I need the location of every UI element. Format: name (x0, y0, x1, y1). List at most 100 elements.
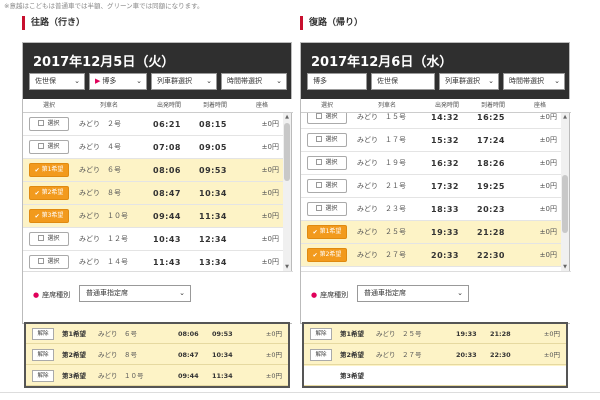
release-button[interactable]: 解除 (32, 349, 54, 361)
arrive-time: 17:24 (477, 136, 505, 145)
train-name: みどり ２７号 (376, 351, 422, 359)
train-name: みどり ２５号 (376, 330, 422, 338)
return-to-field[interactable]: 佐世保 (371, 73, 435, 90)
release-button[interactable]: 解除 (310, 328, 332, 340)
return-line-select[interactable]: 列車群選択 ⌄ (439, 73, 499, 90)
outbound-from-select[interactable]: 佐世保 ⌄ (29, 73, 85, 90)
select-train-button[interactable]: 選択 (29, 255, 69, 269)
header-fare: 座格 (255, 102, 268, 109)
summary-row: 解除 第3希望 みどり １０号 09:44 11:34 ±0円 (26, 366, 288, 386)
outbound-time-select[interactable]: 時間帯選択 ⌄ (221, 73, 287, 90)
checkbox-icon (38, 120, 45, 126)
scroll-down-icon[interactable]: ▼ (283, 263, 291, 271)
depart-time: 20:33 (431, 251, 459, 260)
train-name: みどり １７号 (357, 136, 406, 144)
select-train-button[interactable]: 選択 (307, 156, 347, 170)
header-depart: 出発時間 (156, 102, 181, 109)
select-train-button[interactable]: 選択 (29, 232, 69, 246)
train-name: みどり ２７号 (357, 251, 406, 259)
outbound-table-body: 選択 みどり ２号 06:21 08:15 ±0円 選択 みどり ４号 07:08 09:05 ±… (23, 113, 293, 271)
header-train: 列車名 (99, 102, 118, 109)
train-row: 選択 みどり １７号 15:32 17:24 ±0円 (301, 129, 563, 152)
train-row: 選択 みどり １２号 10:43 12:34 ±0円 (23, 228, 285, 251)
checkbox-icon (316, 159, 323, 165)
fare: ±0円 (261, 258, 279, 266)
outbound-seat-select[interactable]: 普通車指定席 ⌄ (79, 285, 191, 302)
train-row: ✔ 第3希望 みどり １０号 09:44 11:34 ±0円 (23, 205, 285, 228)
train-name: みどり １４号 (79, 258, 128, 266)
outbound-scrollbar[interactable]: ▲ ▼ (283, 113, 291, 271)
checkmark-icon: ✔ (312, 252, 318, 259)
select-train-button[interactable]: 選択 (29, 140, 69, 154)
checkmark-icon: ✔ (34, 190, 40, 197)
header-arrive: 到着時間 (202, 102, 227, 109)
depart-time: 17:32 (431, 182, 459, 191)
depart-time: 09:44 (178, 372, 199, 380)
fare: ±0円 (261, 212, 279, 220)
chevron-down-icon: ⌄ (554, 77, 560, 85)
select-train-button[interactable]: ✔ 第1希望 (307, 225, 347, 239)
train-name: みどり １９号 (357, 159, 406, 167)
release-button[interactable]: 解除 (32, 328, 54, 340)
checkbox-icon (38, 258, 45, 264)
summary-row: 第3希望 (304, 366, 566, 386)
fare: ±0円 (539, 182, 557, 190)
return-seat-select[interactable]: 普通車指定席 ⌄ (357, 285, 469, 302)
arrive-time: 20:23 (477, 205, 505, 214)
train-name: みどり ８号 (79, 189, 121, 197)
preference-label: 第3希望 (62, 372, 87, 380)
train-name: みどり １０号 (98, 372, 144, 380)
train-row: 選択 みどり １５号 14:32 16:25 ±0円 (301, 113, 563, 129)
select-train-button[interactable]: 選択 (307, 133, 347, 147)
checkmark-icon: ✔ (34, 213, 40, 220)
return-header: 2017年12月6日（水） 博多 佐世保 列車群選択 ⌄ 時間帯選択 ⌄ (301, 43, 569, 99)
select-train-button[interactable]: ✔ 第3希望 (29, 209, 69, 223)
release-button[interactable]: 解除 (310, 349, 332, 361)
depart-time: 19:33 (456, 330, 477, 338)
release-button[interactable]: 解除 (32, 370, 54, 382)
scroll-down-icon[interactable]: ▼ (561, 263, 569, 271)
train-row: 選択 みどり １９号 16:32 18:26 ±0円 (301, 152, 563, 175)
seat-type-label: ● 座席種別 (33, 291, 71, 299)
select-train-button[interactable]: 選択 (307, 202, 347, 216)
checkbox-icon (316, 182, 323, 188)
return-from-field[interactable]: 博多 (307, 73, 367, 90)
checkbox-icon (316, 205, 323, 211)
fare: ±0円 (261, 120, 279, 128)
outbound-to-select[interactable]: ▶ 博多 ⌄ (89, 73, 147, 90)
arrive-time: 12:34 (199, 235, 227, 244)
scroll-up-icon[interactable]: ▲ (283, 113, 291, 121)
return-scrollbar[interactable]: ▲ ▼ (561, 113, 569, 271)
fare: ±0円 (539, 159, 557, 167)
select-train-button[interactable]: 選択 (307, 113, 347, 124)
arrive-time: 09:53 (212, 330, 233, 338)
depart-time: 15:32 (431, 136, 459, 145)
select-train-button[interactable]: ✔ 第2希望 (29, 186, 69, 200)
arrive-time: 09:05 (199, 143, 227, 152)
train-row: ✔ 第1希望 みどり ２５号 19:33 21:28 ±0円 (301, 221, 563, 244)
return-time-select[interactable]: 時間帯選択 ⌄ (503, 73, 565, 90)
fare: ±0円 (265, 330, 282, 338)
scroll-up-icon[interactable]: ▲ (561, 113, 569, 121)
depart-time: 06:21 (153, 120, 181, 129)
fare: ±0円 (543, 330, 560, 338)
train-row: 選択 みどり １４号 11:43 13:34 ±0円 (23, 251, 285, 271)
fare (530, 366, 560, 386)
outbound-date: 2017年12月5日（火） (33, 55, 175, 70)
fare: ±0円 (543, 351, 560, 359)
scroll-thumb[interactable] (562, 175, 568, 233)
select-train-button[interactable]: ✔ 第2希望 (307, 248, 347, 262)
select-train-button[interactable]: 選択 (307, 179, 347, 193)
arrive-time: 08:15 (199, 120, 227, 129)
header-train: 列車名 (377, 102, 396, 109)
preference-label: 第1希望 (340, 330, 365, 338)
select-train-button[interactable]: 選択 (29, 117, 69, 131)
select-train-button[interactable]: ✔ 第1希望 (29, 163, 69, 177)
fare: ±0円 (265, 351, 282, 359)
scroll-thumb[interactable] (284, 123, 290, 181)
outbound-line-select[interactable]: 列車群選択 ⌄ (151, 73, 217, 90)
depart-time: 19:33 (431, 228, 459, 237)
header-arrive: 到着時間 (480, 102, 505, 109)
train-row: ✔ 第2希望 みどり ８号 08:47 10:34 ±0円 (23, 182, 285, 205)
chevron-down-icon: ⌄ (179, 289, 185, 297)
